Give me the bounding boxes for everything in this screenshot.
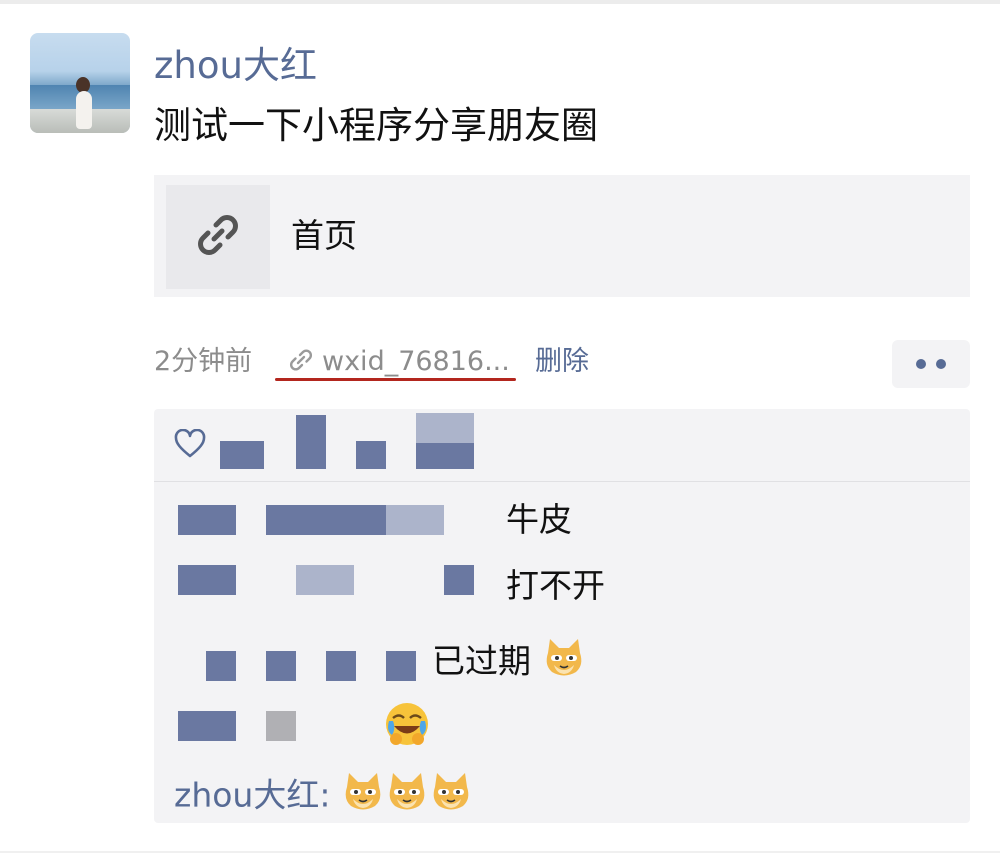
more-dots-icon <box>916 359 926 369</box>
source-label: wxid_76816... <box>322 346 510 377</box>
blurred-commenter <box>326 651 356 681</box>
more-dots-icon <box>936 359 946 369</box>
avatar[interactable] <box>30 33 130 133</box>
comment-by-author: zhou大红: <box>174 769 473 825</box>
comment-text: 牛皮 <box>506 500 572 539</box>
top-divider <box>0 0 1000 4</box>
share-thumbnail <box>166 185 270 289</box>
blurred-commenter <box>206 651 236 681</box>
blurred-commenter <box>386 651 416 681</box>
blurred-commenter <box>266 711 296 741</box>
post-text: 测试一下小程序分享朋友圈 <box>154 104 598 147</box>
blurred-commenter <box>178 711 236 741</box>
delete-button[interactable]: 删除 <box>535 342 589 382</box>
blurred-commenter <box>266 505 386 535</box>
post-username[interactable]: zhou大红 <box>154 40 317 92</box>
blurred-commenter <box>444 565 474 595</box>
comment-text: 已过期 <box>432 635 586 691</box>
blurred-liker <box>416 443 474 469</box>
doge-emoji-icon <box>542 635 586 691</box>
blurred-commenter <box>296 565 354 595</box>
link-icon <box>194 211 242 263</box>
interactions-panel: 牛皮 打不开 已过期 zhou大红: <box>154 409 970 823</box>
comment-text: 打不开 <box>506 566 605 605</box>
blurred-liker <box>220 441 264 469</box>
avatar-person <box>76 91 92 129</box>
blurred-commenter <box>266 651 296 681</box>
doge-emoji-icon <box>341 769 385 825</box>
heart-icon <box>174 428 206 463</box>
likes-row <box>154 409 970 481</box>
blurred-commenter <box>178 565 236 595</box>
annotation-underline <box>275 378 516 381</box>
bottom-divider <box>0 851 1000 853</box>
blurred-liker <box>416 413 474 443</box>
blurred-liker <box>356 441 386 469</box>
more-button[interactable] <box>892 340 970 388</box>
blurred-liker <box>296 415 326 469</box>
post-time: 2分钟前 <box>154 346 253 377</box>
share-title: 首页 <box>291 216 357 255</box>
laugh-cry-emoji-icon <box>384 701 430 751</box>
comment-text-label: 已过期 <box>432 641 531 681</box>
shared-link-card[interactable]: 首页 <box>154 175 970 297</box>
doge-emoji-icon <box>385 769 429 825</box>
likes-divider <box>154 481 970 482</box>
link-icon <box>288 347 314 377</box>
commenter-name[interactable]: zhou大红: <box>174 776 330 815</box>
post-source[interactable]: wxid_76816... <box>288 342 510 382</box>
blurred-commenter <box>178 505 236 535</box>
blurred-commenter <box>386 505 444 535</box>
doge-emoji-icon <box>429 769 473 825</box>
